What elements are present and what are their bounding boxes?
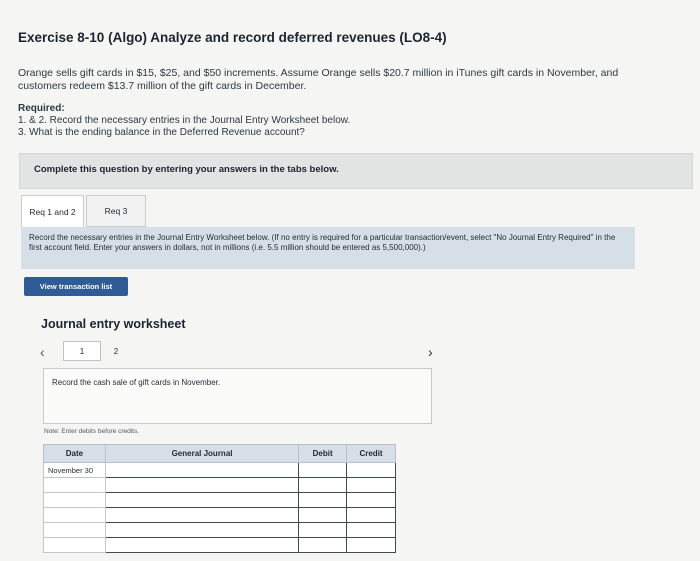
debit-input-cell[interactable] [298, 507, 348, 523]
credit-input[interactable] [347, 478, 395, 492]
credit-input-cell[interactable] [346, 492, 396, 508]
debit-input-cell[interactable] [298, 537, 348, 553]
account-input[interactable] [105, 493, 299, 507]
transaction-description-box: Record the cash sale of gift cards in No… [43, 368, 432, 424]
column-header-credit: Credit [346, 444, 396, 463]
account-input[interactable] [105, 508, 299, 522]
debit-input-cell[interactable] [298, 492, 348, 508]
table-row [43, 492, 396, 508]
date-cell [43, 477, 106, 493]
debit-input-cell[interactable] [298, 462, 348, 478]
debits-note: Note: Enter debits before credits. [44, 428, 140, 435]
debit-input[interactable] [299, 538, 347, 552]
complete-question-bar: Complete this question by entering your … [19, 153, 693, 189]
chevron-right-icon[interactable]: › [428, 344, 433, 360]
date-cell [43, 507, 106, 523]
worksheet-page-2[interactable]: 2 [110, 341, 122, 361]
required-section: Required: 1. & 2. Record the necessary e… [18, 103, 350, 139]
instruction-box: Record the necessary entries in the Jour… [21, 227, 635, 269]
credit-input[interactable] [347, 463, 395, 477]
problem-statement: Orange sells gift cards in $15, $25, and… [18, 67, 619, 92]
debit-input[interactable] [299, 508, 347, 522]
date-cell: November 30 [43, 462, 106, 478]
table-row [43, 537, 396, 553]
date-cell [43, 492, 106, 508]
required-heading: Required: [18, 103, 65, 114]
column-header-general-journal: General Journal [104, 444, 300, 463]
column-header-debit: Debit [298, 444, 348, 463]
debit-input[interactable] [299, 523, 347, 537]
credit-input-cell[interactable] [346, 507, 396, 523]
credit-input[interactable] [347, 538, 395, 552]
credit-input[interactable] [347, 523, 395, 537]
date-cell [43, 537, 106, 553]
required-item: 1. & 2. Record the necessary entries in … [18, 115, 351, 126]
table-row [43, 522, 396, 538]
account-input[interactable] [105, 538, 299, 552]
debit-input[interactable] [299, 493, 347, 507]
column-header-date: Date [43, 444, 106, 463]
credit-input[interactable] [347, 508, 395, 522]
tab-req-1-and-2[interactable]: Req 1 and 2 [21, 195, 84, 227]
view-transaction-list-button[interactable]: View transaction list [24, 277, 128, 296]
worksheet-page-1[interactable]: 1 [63, 341, 101, 361]
complete-question-text: Complete this question by entering your … [34, 164, 339, 175]
account-input-cell[interactable] [104, 507, 300, 523]
account-input[interactable] [105, 463, 299, 477]
credit-input-cell[interactable] [346, 522, 396, 538]
date-cell [43, 522, 106, 538]
credit-input-cell[interactable] [346, 477, 396, 493]
account-input-cell[interactable] [104, 537, 300, 553]
credit-input-cell[interactable] [346, 462, 396, 478]
page-title: Exercise 8-10 (Algo) Analyze and record … [18, 30, 447, 45]
credit-input[interactable] [347, 493, 395, 507]
account-input-cell[interactable] [104, 492, 300, 508]
table-row [43, 507, 396, 523]
table-row [43, 477, 396, 493]
debit-input[interactable] [299, 463, 347, 477]
account-input[interactable] [105, 478, 299, 492]
account-input[interactable] [105, 523, 299, 537]
debit-input-cell[interactable] [298, 477, 348, 493]
table-row: November 30 [43, 462, 396, 478]
account-input-cell[interactable] [104, 462, 300, 478]
account-input-cell[interactable] [104, 477, 300, 493]
account-input-cell[interactable] [104, 522, 300, 538]
debit-input[interactable] [299, 478, 347, 492]
debit-input-cell[interactable] [298, 522, 348, 538]
required-item: 3. What is the ending balance in the Def… [18, 127, 305, 138]
transaction-description: Record the cash sale of gift cards in No… [52, 378, 221, 387]
journal-entry-table: Date General Journal Debit Credit Novemb… [43, 444, 396, 553]
chevron-left-icon[interactable]: ‹ [40, 344, 45, 360]
tab-req-3[interactable]: Req 3 [86, 195, 146, 227]
worksheet-title: Journal entry worksheet [41, 317, 186, 331]
credit-input-cell[interactable] [346, 537, 396, 553]
